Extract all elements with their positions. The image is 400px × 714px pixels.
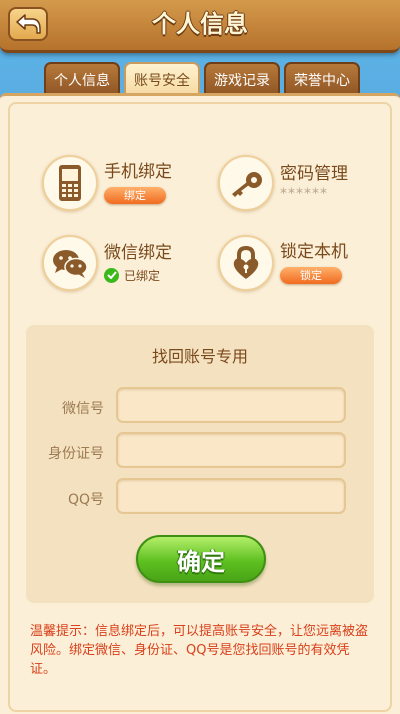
confirm-button[interactable]: 确定	[136, 535, 266, 583]
wechat-binding-label: 微信绑定	[104, 242, 172, 263]
wechat-icon	[53, 250, 88, 278]
tab-honor-center[interactable]: 荣誉中心	[284, 62, 360, 96]
tab-bar: 个人信息 账号安全 游戏记录 荣誉中心	[44, 62, 360, 96]
phone-icon-circle	[42, 155, 98, 211]
lock-button[interactable]: 锁定	[280, 267, 342, 284]
password-management-item[interactable]: 密码管理 ******	[218, 155, 348, 211]
phone-binding-item: 手机绑定 绑定	[42, 155, 172, 211]
password-mask: ******	[280, 186, 328, 202]
qq-number-input[interactable]	[116, 478, 346, 514]
account-recovery-box: 找回账号专用 微信号 身份证号 QQ号 确定	[26, 325, 374, 603]
phone-binding-label: 手机绑定	[104, 162, 172, 182]
tab-game-records[interactable]: 游戏记录	[204, 62, 280, 96]
wechat-bound-status: 已绑定	[104, 267, 172, 284]
wechat-id-input[interactable]	[116, 387, 346, 423]
warm-tip-text: 温馨提示：信息绑定后，可以提高账号安全，让您远离被盗风险。绑定微信、身份证、QQ…	[30, 624, 369, 677]
lock-device-label: 锁定本机	[280, 242, 348, 262]
phone-bind-button[interactable]: 绑定	[104, 187, 166, 204]
key-icon	[232, 172, 262, 197]
page-title: 个人信息	[152, 10, 248, 38]
wechat-id-label: 微信号	[62, 401, 104, 417]
password-management-label: 密码管理	[280, 164, 348, 184]
id-card-input[interactable]	[116, 432, 346, 468]
recovery-title: 找回账号专用	[151, 347, 248, 366]
key-icon-circle	[218, 155, 274, 211]
lock-icon-circle	[218, 235, 274, 291]
phone-icon	[59, 165, 81, 201]
wechat-bound-text: 已绑定	[124, 268, 161, 283]
header-bar: 个人信息	[0, 0, 400, 53]
wechat-icon-circle	[42, 235, 98, 291]
confirm-button-label: 确定	[177, 547, 225, 576]
lock-device-item: 锁定本机 锁定	[218, 235, 348, 291]
check-icon	[104, 267, 119, 283]
id-card-label: 身份证号	[48, 446, 104, 462]
tab-account-security[interactable]: 账号安全	[124, 62, 200, 96]
lock-icon	[233, 245, 259, 279]
wechat-binding-item: 微信绑定 已绑定	[42, 235, 172, 291]
qq-number-label: QQ号	[67, 492, 104, 508]
tab-personal-info[interactable]: 个人信息	[44, 62, 120, 96]
